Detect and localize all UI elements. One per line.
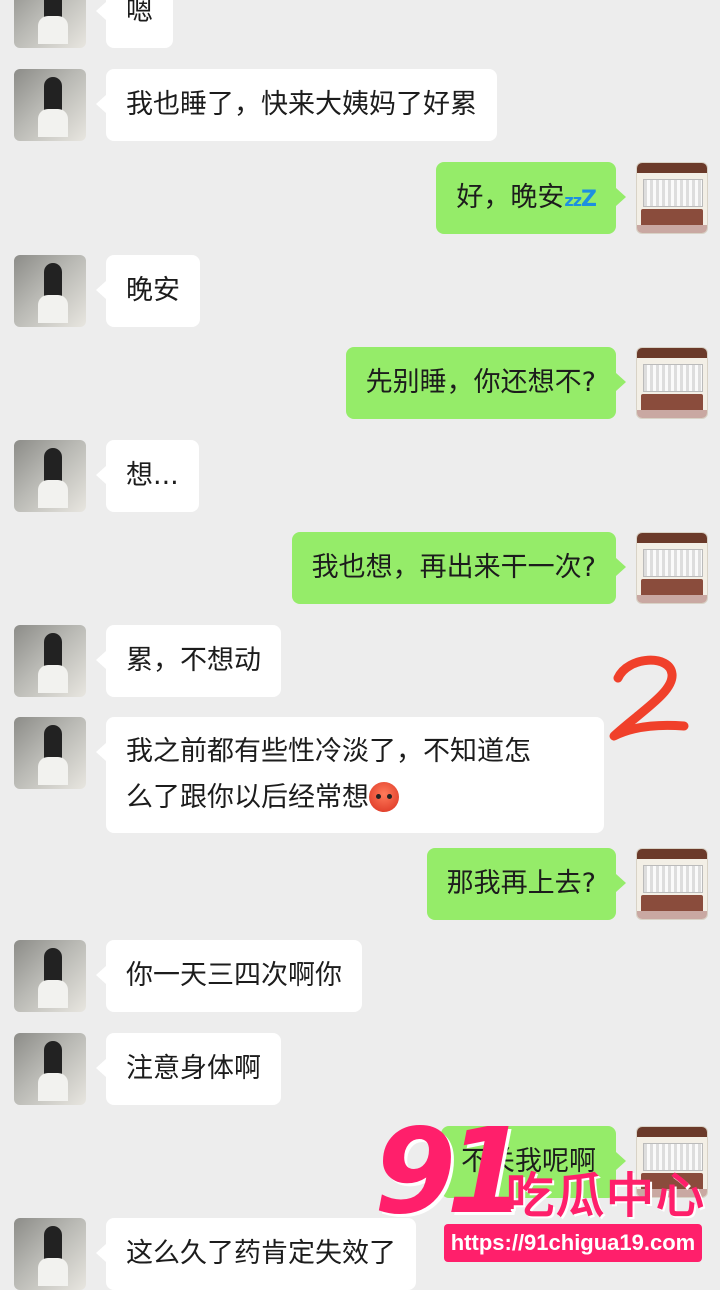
contact-avatar[interactable] [14, 69, 86, 141]
message-bubble-sent[interactable]: 好，晚安zzZ [436, 162, 626, 234]
message-text-line: 么了跟你以后经常想 [126, 775, 584, 821]
sleeping-zzz-icon: zzZ [564, 187, 597, 212]
message-bubble-received[interactable]: 注意身体啊 [96, 1033, 281, 1105]
site-watermark: 91 吃瓜中心 https://91chigua19.com [360, 1112, 720, 1280]
message-bubble-received[interactable]: 我也睡了，快来大姨妈了好累 [96, 69, 497, 141]
contact-avatar[interactable] [14, 0, 86, 48]
watermark-number: 91 [374, 1102, 528, 1240]
user-avatar[interactable] [636, 848, 708, 920]
message-bubble-received[interactable]: 嗯 [96, 0, 173, 48]
message-bubble-received[interactable]: 晚安 [96, 255, 200, 327]
user-avatar[interactable] [636, 162, 708, 234]
message-bubble-received[interactable]: 累，不想动 [96, 625, 281, 697]
contact-avatar[interactable] [14, 1033, 86, 1105]
contact-avatar[interactable] [14, 255, 86, 327]
message-bubble-received[interactable]: 我之前都有些性冷淡了，不知道怎 么了跟你以后经常想 [96, 717, 604, 833]
user-avatar[interactable] [636, 532, 708, 604]
watermark-brand: 吃瓜中心 [506, 1168, 707, 1224]
watermark-url: https://91chigua19.com [444, 1224, 702, 1262]
contact-avatar[interactable] [14, 440, 86, 512]
user-avatar[interactable] [636, 347, 708, 419]
contact-avatar[interactable] [14, 717, 86, 789]
contact-avatar[interactable] [14, 1218, 86, 1290]
contact-avatar[interactable] [14, 625, 86, 697]
handwritten-annotation-2 [609, 655, 689, 741]
message-bubble-received[interactable]: 你一天三四次啊你 [96, 940, 362, 1012]
message-bubble-sent[interactable]: 我也想，再出来干一次? [291, 532, 627, 604]
contact-avatar[interactable] [14, 940, 86, 1012]
message-bubble-sent[interactable]: 那我再上去? [426, 848, 627, 920]
message-bubble-sent[interactable]: 先别睡，你还想不? [345, 347, 627, 419]
message-text-line: 我之前都有些性冷淡了，不知道怎 [126, 736, 531, 767]
message-bubble-received[interactable]: 想... [96, 440, 199, 512]
message-text: 好，晚安 [456, 182, 565, 213]
blushing-face-emoji-icon [369, 782, 399, 812]
